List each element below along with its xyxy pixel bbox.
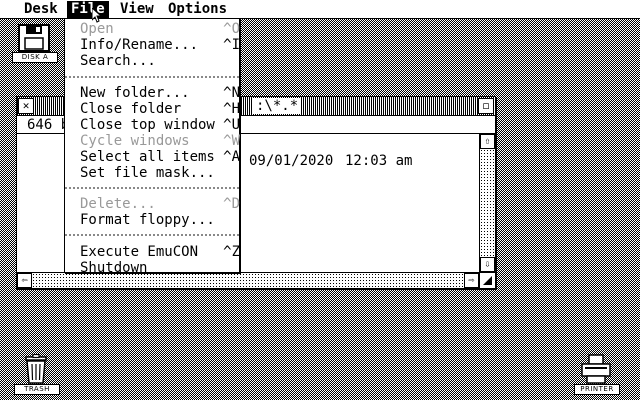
file-menu-dropdown: Open ^O Info/Rename... ^I Search... New fo… [64, 18, 240, 276]
menu-item-cycle-windows: Cycle windows ^W [80, 133, 240, 149]
menu-item-delete: Delete... ^D [80, 196, 240, 212]
vertical-scrollbar[interactable]: ⇧ ⇩ [479, 134, 495, 272]
scroll-right-arrow-icon[interactable]: ⇨ [464, 273, 479, 288]
menu-separator [65, 76, 239, 78]
trash-can-icon [25, 354, 47, 384]
menu-separator [65, 187, 239, 189]
menu-item-close-folder[interactable]: Close folder ^H [80, 101, 240, 117]
menu-item-format-floppy[interactable]: Format floppy... [80, 212, 230, 228]
menu-item-shutdown[interactable]: Shutdown [80, 260, 230, 276]
close-box-icon[interactable]: ✕ [18, 98, 34, 114]
menu-item-new-folder[interactable]: New folder... ^N [80, 85, 240, 101]
menu-item-select-all[interactable]: Select all items ^A [80, 149, 240, 165]
menu-desk[interactable]: Desk [20, 1, 62, 18]
menu-item-open: Open ^O [80, 21, 240, 37]
menu-item-set-file-mask[interactable]: Set file mask... [80, 165, 230, 181]
menu-view[interactable]: View [116, 1, 158, 18]
fuller-box-icon[interactable]: ◻ [478, 98, 494, 114]
floppy-disk-icon [18, 24, 50, 52]
resize-box-icon[interactable] [479, 272, 495, 288]
desktop-icon-label: PRINTER [574, 384, 620, 395]
printer-icon [581, 354, 611, 384]
menu-options[interactable]: Options [164, 1, 231, 18]
desktop-icon-trash[interactable]: TRASH [12, 354, 60, 396]
menu-item-info-rename[interactable]: Info/Rename... ^I [80, 37, 240, 53]
scroll-down-arrow-icon[interactable]: ⇩ [480, 257, 495, 272]
window-title: :\*.* [253, 98, 302, 114]
menu-separator [65, 234, 239, 236]
scroll-up-arrow-icon[interactable]: ⇧ [480, 134, 495, 149]
scroll-left-arrow-icon[interactable]: ⇦ [17, 273, 32, 288]
menu-file[interactable]: File [67, 1, 109, 18]
mouse-pointer-icon [92, 8, 102, 23]
menu-item-execute-emucon[interactable]: Execute EmuCON ^Z [80, 244, 240, 260]
file-time: 12:03 am [345, 153, 413, 169]
desktop-icon-printer[interactable]: PRINTER [572, 354, 620, 396]
menu-item-search[interactable]: Search... [80, 53, 230, 69]
menu-item-close-top-window[interactable]: Close top window ^U [80, 117, 240, 133]
desktop-icon-label: TRASH [14, 384, 60, 395]
file-date: 09/01/2020 [249, 153, 334, 169]
desktop-icon-disk-a[interactable]: DISK A [10, 22, 58, 64]
desktop-icon-label: DISK A [12, 52, 58, 63]
